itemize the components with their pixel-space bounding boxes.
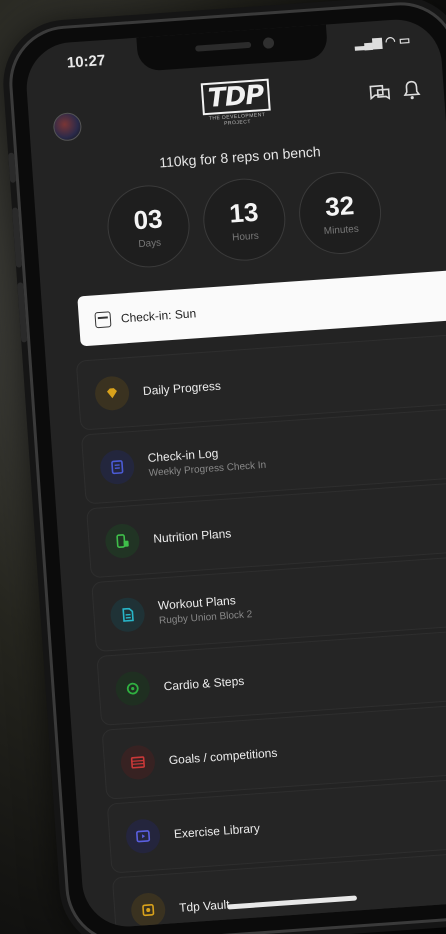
cardio-icon xyxy=(114,670,151,707)
signal-wifi-battery-icon: ▂▄▆ ◠ ▭ xyxy=(354,32,411,51)
mute-switch xyxy=(8,152,17,183)
checkin-label: Check-in: Sun xyxy=(120,306,197,326)
countdown-minutes: 32 Minutes xyxy=(296,169,384,257)
volume-up-button xyxy=(11,207,23,268)
countdown-value: 32 xyxy=(324,189,356,222)
countdown-value: 13 xyxy=(228,196,260,229)
status-time: 10:27 xyxy=(66,52,106,72)
phone-frame: 10:27 ▂▄▆ ◠ ▭ TDP THE DEVELOPMENT PROJEC… xyxy=(5,0,446,934)
menu-item-title: Nutrition Plans xyxy=(152,526,232,546)
menu-item-title: Exercise Library xyxy=(173,821,261,842)
library-icon xyxy=(124,818,162,855)
nutrition-icon xyxy=(104,522,141,560)
clipboard-icon xyxy=(99,448,136,486)
app-logo: TDP THE DEVELOPMENT PROJECT xyxy=(200,78,273,127)
countdown-days: 03 Days xyxy=(104,182,193,271)
vault-icon xyxy=(130,891,167,929)
volume-down-button xyxy=(17,282,28,343)
menu-item-title: Goals / competitions xyxy=(168,745,278,768)
menu-item-title: Tdp Vault xyxy=(178,897,231,915)
diamond-icon xyxy=(93,375,131,412)
countdown-label: Days xyxy=(137,237,162,250)
countdown-label: Hours xyxy=(231,230,260,244)
bell-icon[interactable] xyxy=(401,78,422,101)
countdown-value: 03 xyxy=(132,202,164,235)
goals-icon xyxy=(119,744,157,781)
menu-item-subtitle: Rugby Union Block 2 xyxy=(158,609,253,627)
avatar[interactable] xyxy=(52,111,83,142)
menu-item-title: Daily Progress xyxy=(142,378,222,399)
document-icon xyxy=(109,596,146,633)
main-menu: Daily Progress › Check-in Log Weekly Pro… xyxy=(75,332,446,930)
countdown: 03 Days 13 Hours 32 Minutes xyxy=(34,164,446,275)
logo-mark: TDP xyxy=(201,78,271,116)
calendar-icon xyxy=(94,311,112,329)
app-screen: 10:27 ▂▄▆ ◠ ▭ TDP THE DEVELOPMENT PROJEC… xyxy=(23,16,446,930)
menu-item-title: Cardio & Steps xyxy=(163,673,245,694)
checkin-button[interactable]: Check-in: Sun xyxy=(77,269,446,347)
countdown-hours: 13 Hours xyxy=(200,175,289,264)
chat-icon[interactable] xyxy=(367,82,392,104)
countdown-label: Minutes xyxy=(323,223,360,237)
